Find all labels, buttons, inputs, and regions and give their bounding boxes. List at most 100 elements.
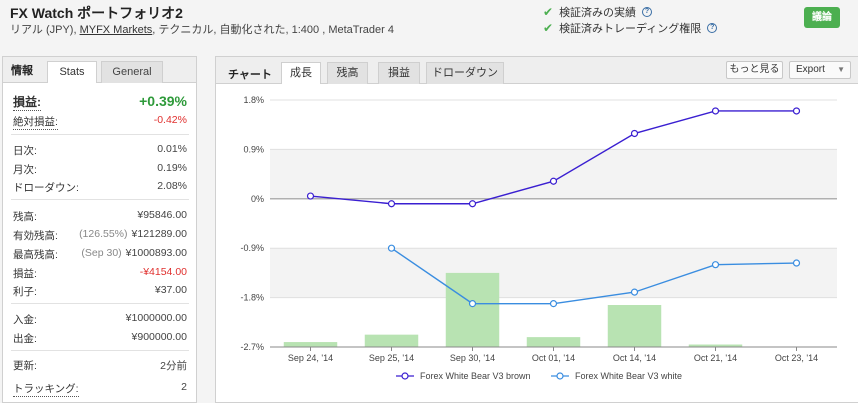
volume-bar (526, 337, 581, 347)
tab-profit[interactable]: 損益 (378, 62, 420, 84)
drawdown-value: 2.08% (157, 180, 187, 192)
account-subtitle: リアル (JPY), MYFX Markets, テクニカル, 自動化された, … (10, 21, 394, 37)
balance-value: ¥95846.00 (137, 209, 187, 221)
y-tick-label: -1.8% (240, 293, 264, 303)
series-point (711, 261, 720, 269)
series-point (306, 192, 315, 200)
chart-label: チャート (228, 69, 272, 81)
check-icon: ✔ (543, 5, 554, 19)
help-icon[interactable]: ? (707, 23, 718, 33)
subtitle-prefix: リアル (JPY), (10, 24, 80, 36)
profit-row: 損益: -¥4154.00 (13, 266, 187, 281)
verified-track-label: 検証済みの実績 (559, 7, 637, 19)
monthly-value: 0.19% (157, 162, 187, 174)
tracking-value: 2 (181, 381, 187, 393)
x-tick-label: Oct 23, '14 (775, 353, 818, 363)
withdrawals-label: 出金: (13, 333, 37, 345)
series-point (468, 300, 477, 308)
verified-privileges-label: 検証済みトレーディング権限 (559, 23, 702, 35)
x-tick-label: Sep 24, '14 (288, 353, 333, 363)
broker-link[interactable]: MYFX Markets (80, 24, 153, 36)
subtitle-details: , テクニカル, 自動化された, 1:400 , MetaTrader 4 (152, 24, 394, 36)
highest-balance-value: ¥1000893.00 (125, 247, 187, 259)
highest-balance-date: (Sep 30) (81, 247, 122, 259)
series-point (711, 107, 720, 115)
withdrawals-value: ¥900000.00 (131, 331, 187, 343)
stats-tabs: 情報 Stats General (3, 57, 196, 83)
tab-general[interactable]: General (101, 61, 163, 83)
series-point (549, 177, 558, 185)
abs-gain-row: 絶対損益: -0.42% (13, 114, 187, 130)
x-tick-label: Sep 30, '14 (450, 353, 495, 363)
abs-gain-label[interactable]: 絶対損益: (13, 114, 58, 130)
updated-value: 2分前 (160, 360, 187, 372)
divider (11, 199, 189, 200)
tab-info[interactable]: 情報 (11, 61, 33, 83)
verified-track-record: ✔ 検証済みの実績 ? (543, 4, 653, 20)
deposits-label: 入金: (13, 314, 37, 326)
balance-label: 残高: (13, 211, 37, 223)
tracking-label[interactable]: トラッキング: (13, 381, 79, 397)
export-dropdown[interactable]: Export ▼ (789, 61, 851, 79)
help-icon[interactable]: ? (642, 7, 653, 17)
grid-band (270, 149, 837, 199)
legend-marker (401, 372, 409, 380)
tab-stats[interactable]: Stats (47, 61, 97, 83)
verified-trading-privileges: ✔ 検証済みトレーディング権限 ? (543, 20, 718, 36)
y-tick-label: -2.7% (240, 342, 264, 352)
series-point (549, 300, 558, 308)
y-tick-label: 0% (251, 194, 264, 204)
deposits-row: 入金: ¥1000000.00 (13, 312, 187, 327)
daily-row: 日次: 0.01% (13, 143, 187, 158)
abs-gain-value: -0.42% (153, 114, 187, 126)
discuss-button[interactable]: 議論 (804, 7, 840, 28)
divider (11, 350, 189, 351)
series-point (630, 288, 639, 296)
drawdown-row: ドローダウン: 2.08% (13, 180, 187, 195)
gain-value: +0.39% (139, 93, 187, 109)
tab-balance[interactable]: 残高 (327, 62, 368, 84)
stats-panel: 情報 Stats General 損益: +0.39% 絶対損益: -0.42%… (2, 56, 197, 403)
equity-value: ¥121289.00 (131, 228, 187, 240)
daily-label: 日次: (13, 145, 37, 157)
divider (11, 303, 189, 304)
tab-drawdown[interactable]: ドローダウン (426, 62, 504, 84)
chart-tabs: チャート 成長 残高 損益 ドローダウン もっと見る Export ▼ (216, 57, 858, 84)
monthly-label: 月次: (13, 164, 37, 176)
interest-value: ¥37.00 (154, 284, 187, 296)
withdrawals-row: 出金: ¥900000.00 (13, 331, 187, 346)
chart-panel: チャート 成長 残高 損益 ドローダウン もっと見る Export ▼ 1.8%… (215, 56, 858, 403)
equity-row: 有効残高: (126.55%) ¥121289.00 (13, 228, 187, 243)
series-point (792, 107, 801, 115)
x-tick-label: Oct 21, '14 (694, 353, 737, 363)
y-tick-label: -0.9% (240, 243, 264, 253)
tab-growth[interactable]: 成長 (281, 62, 321, 84)
tracking-row: トラッキング: 2 (13, 381, 187, 397)
interest-label: 利子: (13, 286, 37, 298)
balance-row: 残高: ¥95846.00 (13, 209, 187, 224)
equity-percent: (126.55%) (79, 228, 128, 240)
volume-bar (445, 272, 500, 347)
account-title: FX Watch ポートフォリオ2 (10, 5, 183, 21)
drawdown-label: ドローダウン: (13, 182, 79, 194)
account-header: FX Watch ポートフォリオ2 リアル (JPY), MYFX Market… (0, 0, 858, 42)
series-point (387, 244, 396, 252)
volume-bar (283, 342, 338, 347)
deposits-value: ¥1000000.00 (125, 312, 187, 324)
legend-marker (556, 372, 564, 380)
highest-balance-label: 最高残高: (13, 249, 58, 261)
profit-value: -¥4154.00 (139, 266, 187, 278)
legend-label: Forex White Bear V3 brown (420, 371, 531, 381)
more-button[interactable]: もっと見る (726, 61, 783, 79)
updated-row: 更新: 2分前 (13, 358, 187, 373)
chevron-down-icon: ▼ (837, 65, 845, 74)
equity-label: 有効残高: (13, 230, 58, 242)
gain-label[interactable]: 損益: (13, 93, 41, 111)
y-tick-label: 0.9% (243, 144, 264, 154)
growth-chart: 1.8% 0.9% 0% -0.9% -1.8% -2.7% Sep 24, '14 Sep … (240, 95, 837, 381)
series-point (468, 200, 477, 208)
legend-label: Forex White Bear V3 white (575, 371, 682, 381)
x-tick-label: Oct 01, '14 (532, 353, 575, 363)
interest-row: 利子: ¥37.00 (13, 284, 187, 299)
volume-bar (607, 305, 662, 347)
